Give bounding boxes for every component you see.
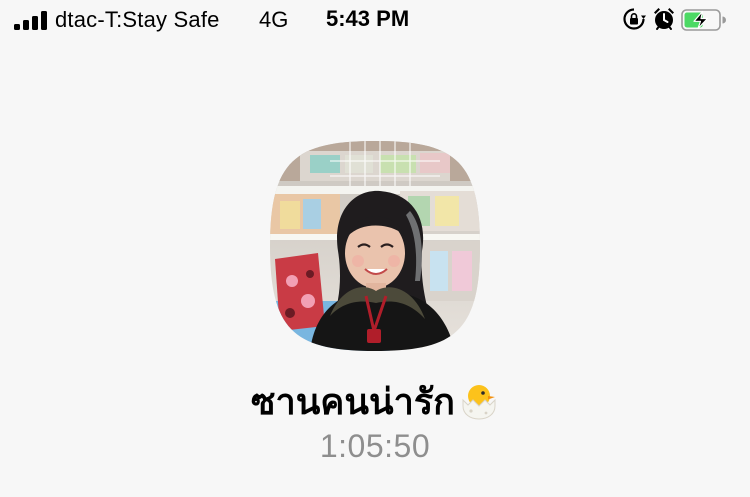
- status-bar: dtac-T:Stay Safe 4G 5:43 PM: [0, 0, 750, 40]
- battery-icon: [681, 9, 726, 31]
- hatching-chick-icon: [462, 385, 496, 420]
- carrier-name: dtac-T:Stay Safe: [55, 7, 220, 32]
- signal-strength-icon: [14, 11, 48, 30]
- network-type: 4G: [259, 7, 289, 32]
- call-duration: 1:05:50: [319, 428, 431, 464]
- status-time: 5:43 PM: [326, 6, 410, 31]
- contact-name: ซานคนน่ารัก: [251, 382, 455, 423]
- contact-avatar: [270, 141, 480, 351]
- contact-name-row: ซานคนน่ารัก: [0, 373, 750, 430]
- alarm-icon: [654, 8, 674, 30]
- rotation-lock-icon: [623, 8, 646, 30]
